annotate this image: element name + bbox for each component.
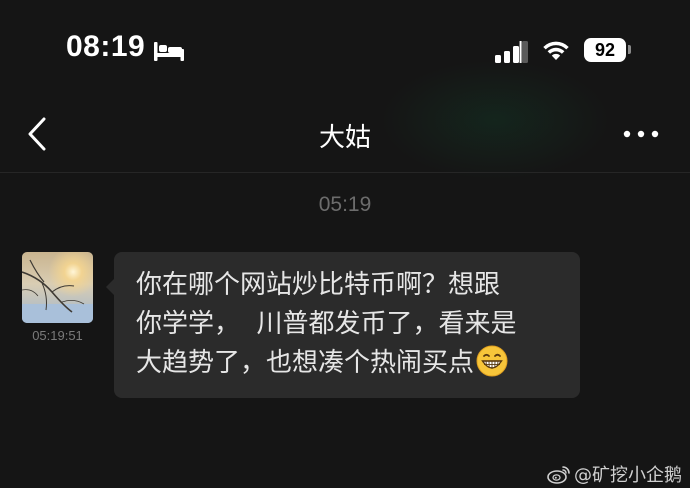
status-time: 08:19 — [66, 30, 146, 63]
message-bubble[interactable]: 你在哪个网站炒比特币啊？想跟 你学学， 川普都发币了，看来是 大趋势了，也想凑个… — [114, 252, 580, 398]
message-line-1: 你在哪个网站炒比特币啊？想跟 — [136, 270, 501, 300]
nav-bar: 大姑 — [0, 100, 690, 173]
battery-icon: 92 — [584, 38, 626, 62]
wifi-icon — [543, 41, 569, 60]
chat-screen: 08:19 92 大姑 05:19 05:19:51 你在哪个网站炒比特币啊？想… — [0, 0, 690, 488]
message-time: 05:19:51 — [32, 328, 83, 343]
battery-cap — [628, 45, 631, 54]
watermark: @矿挖小企鹅 — [547, 461, 682, 487]
battery-level: 92 — [594, 39, 616, 60]
message-line-3: 大趋势了，也想凑个热闹买点 — [136, 348, 475, 378]
avatar[interactable] — [22, 252, 93, 323]
message-text: 你在哪个网站炒比特币啊？想跟 你学学， 川普都发币了，看来是 大趋势了，也想凑个… — [136, 266, 566, 383]
bed-icon — [154, 42, 184, 61]
status-bar: 08:19 92 — [0, 0, 690, 100]
signal-icon — [495, 41, 528, 63]
watermark-text: @矿挖小企鹅 — [574, 465, 682, 486]
more-horizontal-icon[interactable] — [620, 122, 662, 146]
chat-title: 大姑 — [318, 123, 371, 153]
avatar-sunset-tree — [22, 252, 93, 323]
weibo-icon — [547, 466, 570, 484]
section-timestamp: 05:19 — [318, 193, 372, 216]
grinning-face-icon — [476, 345, 508, 377]
message-line-2: 你学学， 川普都发币了，看来是 — [136, 309, 517, 339]
